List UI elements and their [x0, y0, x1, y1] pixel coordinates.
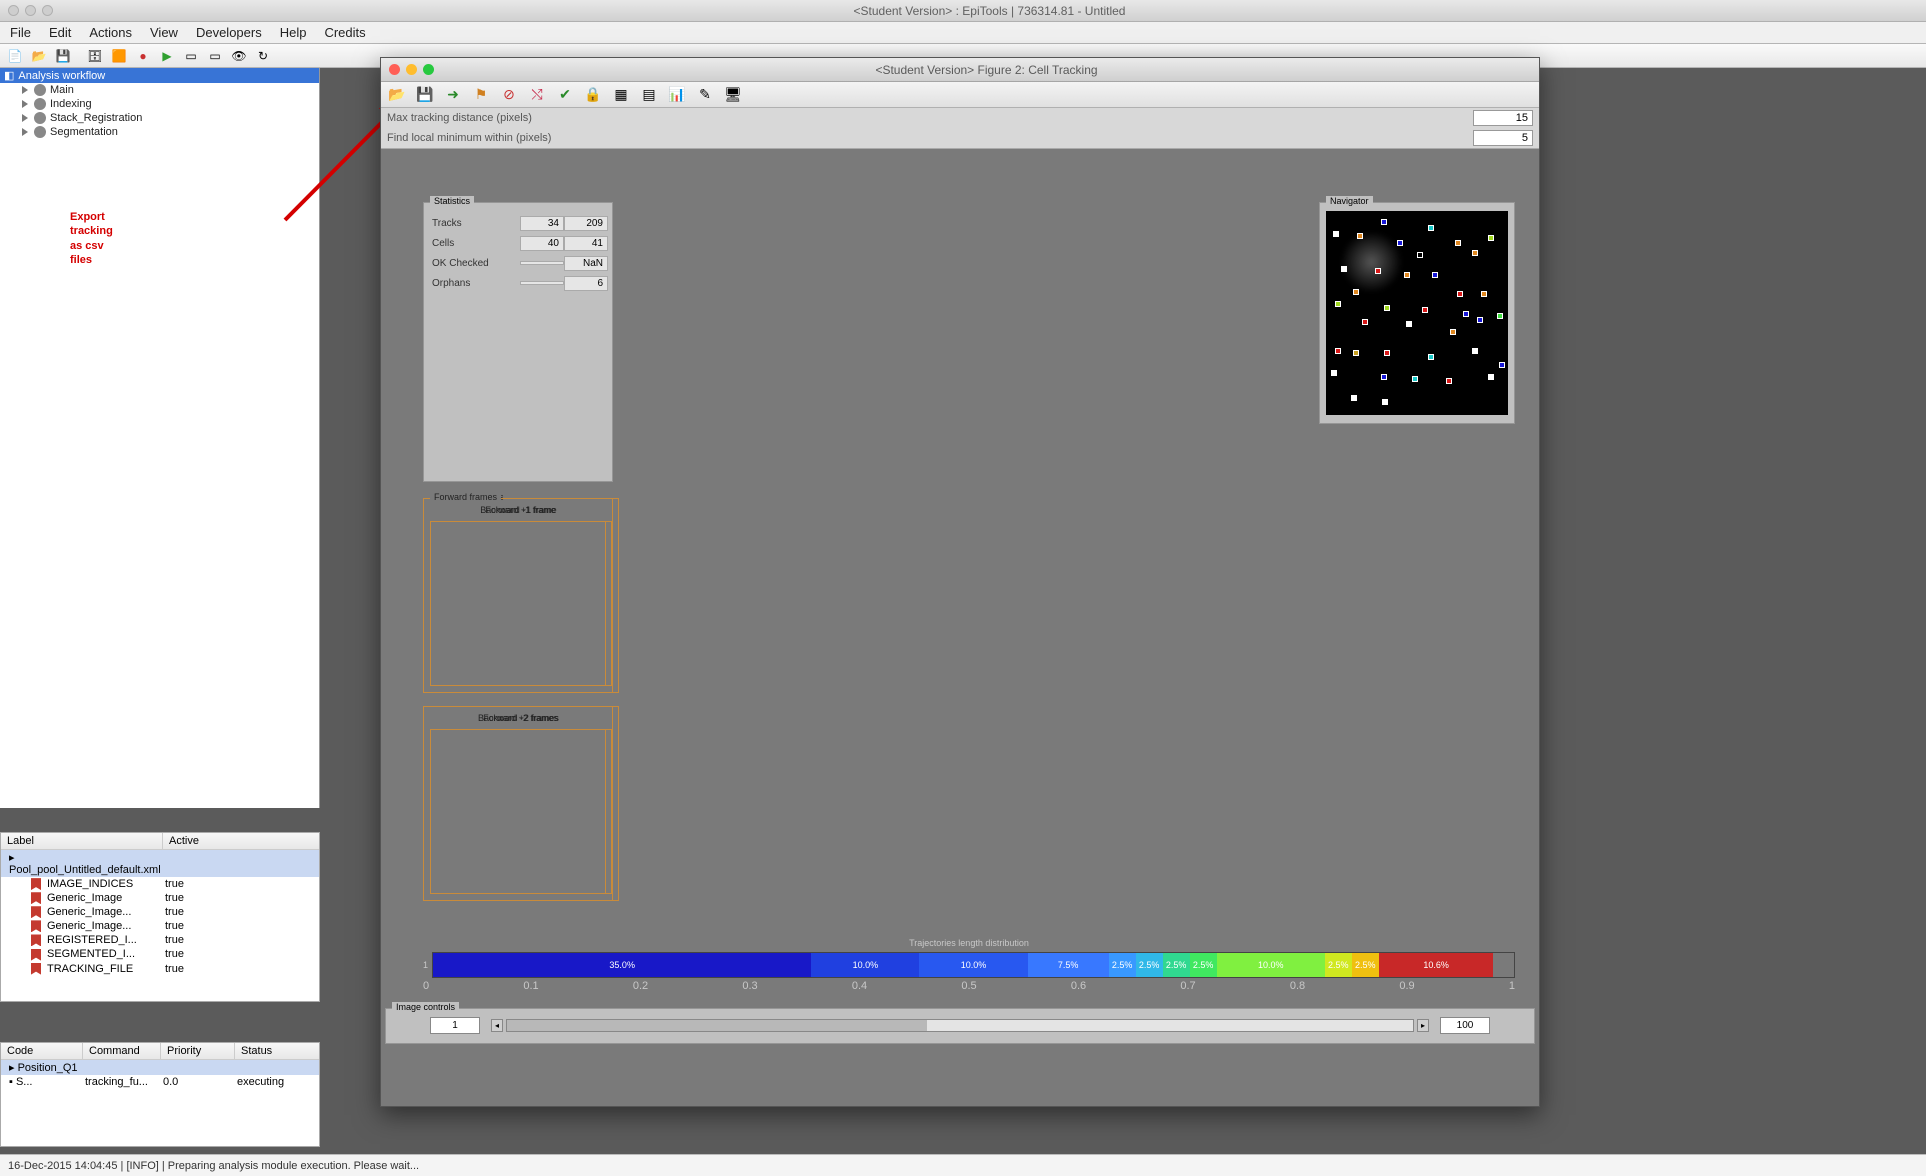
fig-chart-icon[interactable]: 📊 [667, 85, 687, 105]
open-icon[interactable]: 📂 [30, 47, 48, 65]
fig-save-icon[interactable]: 💾 [415, 85, 435, 105]
save-icon[interactable]: 💾 [54, 47, 72, 65]
db-icon[interactable]: 🗄 [86, 47, 104, 65]
code-row-selected[interactable]: ▸ Position_Q1 [1, 1060, 319, 1075]
refresh-icon[interactable]: ↻ [254, 47, 272, 65]
fig-export-icon[interactable]: ➜ [443, 85, 463, 105]
menu-file[interactable]: File [10, 25, 31, 40]
fig-open-icon[interactable]: 📂 [387, 85, 407, 105]
fig-check-icon[interactable]: ✔ [555, 85, 575, 105]
slider-left-arrow[interactable]: ◂ [491, 1019, 503, 1032]
label-panel: Label Active ▸ Pool_pool_Untitled_defaul… [0, 832, 320, 1002]
param-input[interactable]: 15 [1473, 110, 1533, 126]
forward-frames-box: Forward frames Forward +1 frame [423, 498, 619, 693]
fig-lock-icon[interactable]: 🔒 [583, 85, 603, 105]
frame-hi-input[interactable]: 100 [1440, 1017, 1490, 1034]
figure-titlebar: <Student Version> Figure 2: Cell Trackin… [381, 58, 1539, 82]
slider-right-arrow[interactable]: ▸ [1417, 1019, 1429, 1032]
main-plot[interactable] [639, 202, 1263, 902]
statusbar: 16-Dec-2015 14:04:45 | [INFO] | Preparin… [0, 1154, 1926, 1176]
fig-screen-icon[interactable]: 🖥 [723, 85, 743, 105]
window1-icon[interactable]: ▭ [182, 47, 200, 65]
tree-panel: ◧Analysis workflow Main Indexing Stack_R… [0, 68, 320, 808]
tree-header[interactable]: ◧Analysis workflow [0, 68, 319, 83]
navigator-image[interactable] [1326, 211, 1508, 415]
traffic-lights[interactable] [8, 5, 53, 16]
label-row[interactable]: Generic_Image...true [1, 919, 319, 933]
label-row[interactable]: TRACKING_FILEtrue [1, 962, 319, 976]
fig-wand-icon[interactable]: ✎ [695, 85, 715, 105]
param-input[interactable]: 5 [1473, 130, 1533, 146]
main-titlebar: <Student Version> : EpiTools | 736314.81… [0, 0, 1926, 22]
label-row[interactable]: Generic_Image...true [1, 905, 319, 919]
fig-flag-icon[interactable]: ⚑ [471, 85, 491, 105]
play-icon[interactable]: ▶ [158, 47, 176, 65]
eye-icon[interactable]: 👁 [230, 47, 248, 65]
label-row[interactable]: SEGMENTED_I...true [1, 947, 319, 961]
distribution-chart: Trajectories length distribution 1 35.0%… [423, 938, 1515, 992]
code-panel: Code Command Priority Status ▸ Position_… [0, 1042, 320, 1147]
app-title: <Student Version> : EpiTools | 736314.81… [53, 4, 1926, 18]
figure-toolbar: 📂 💾 ➜ ⚑ ⊘ ⤭ ✔ 🔒 ▦ ▤ 📊 ✎ 🖥 [381, 82, 1539, 108]
figure-window: <Student Version> Figure 2: Cell Trackin… [380, 57, 1540, 1107]
new-icon[interactable]: 📄 [6, 47, 24, 65]
menu-actions[interactable]: Actions [89, 25, 132, 40]
label-row-selected[interactable]: ▸ Pool_pool_Untitled_default.xml [1, 850, 319, 877]
tree-item[interactable]: Main [0, 83, 319, 97]
menu-edit[interactable]: Edit [49, 25, 71, 40]
tree-item[interactable]: Stack_Registration [0, 111, 319, 125]
menubar: File Edit Actions View Developers Help Credits [0, 22, 1926, 44]
tree-item[interactable]: Segmentation [0, 125, 319, 139]
code-row[interactable]: ▪ S... tracking_fu... 0.0 executing [1, 1075, 319, 1089]
annotation-text: Exporttrackingas csvfiles [70, 210, 113, 267]
navigator-box: Navigator [1319, 202, 1515, 424]
label-row[interactable]: REGISTERED_I...true [1, 933, 319, 947]
menu-credits[interactable]: Credits [324, 25, 365, 40]
menu-view[interactable]: View [150, 25, 178, 40]
fig-shuffle-icon[interactable]: ⤭ [527, 85, 547, 105]
forward-frames-box-2: Forward +2 frames [423, 706, 619, 901]
label-header: Label Active [1, 833, 319, 850]
frame-slider[interactable] [506, 1019, 1414, 1032]
statistics-box: Statistics Tracks34209Cells4041OK Checke… [423, 202, 613, 482]
figure-title: <Student Version> Figure 2: Cell Trackin… [434, 63, 1539, 77]
window2-icon[interactable]: ▭ [206, 47, 224, 65]
fig-grid2-icon[interactable]: ▤ [639, 85, 659, 105]
code-header: Code Command Priority Status [1, 1043, 319, 1060]
record-icon[interactable]: ● [134, 47, 152, 65]
menu-developers[interactable]: Developers [196, 25, 262, 40]
figure-params: Max tracking distance (pixels)15Find loc… [381, 108, 1539, 149]
label-row[interactable]: IMAGE_INDICEStrue [1, 877, 319, 891]
tree-item[interactable]: Indexing [0, 97, 319, 111]
figure-traffic[interactable] [389, 64, 434, 75]
module-icon[interactable]: 🟧 [110, 47, 128, 65]
image-controls: Image controls 1 ◂ ▸ 100 [385, 1008, 1535, 1044]
fig-grid1-icon[interactable]: ▦ [611, 85, 631, 105]
frame-lo-input[interactable]: 1 [430, 1017, 480, 1034]
fig-stop-icon[interactable]: ⊘ [499, 85, 519, 105]
label-row[interactable]: Generic_Imagetrue [1, 891, 319, 905]
menu-help[interactable]: Help [280, 25, 307, 40]
